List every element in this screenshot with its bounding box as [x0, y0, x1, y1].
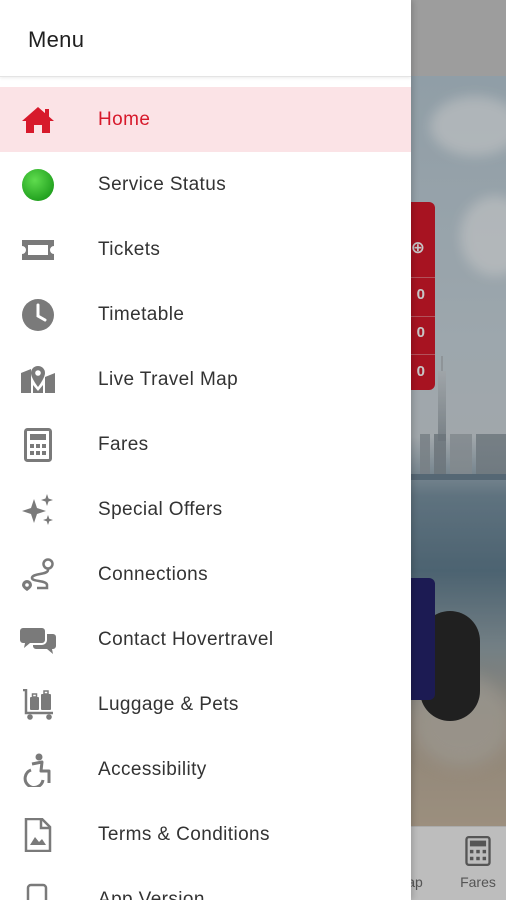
menu-item-app-version[interactable]: App Version: [0, 867, 411, 900]
menu-label-app-version: App Version: [98, 889, 205, 900]
drawer-header: Menu: [0, 0, 411, 77]
menu-label-service-status: Service Status: [98, 174, 227, 195]
ticket-icon: [20, 233, 56, 267]
home-icon: [20, 103, 56, 137]
menu-label-live-travel-map: Live Travel Map: [98, 369, 239, 390]
menu-label-home: Home: [98, 109, 151, 130]
chat-icon: [20, 623, 56, 657]
clock-icon: [20, 298, 56, 332]
menu-item-tickets[interactable]: Tickets: [0, 217, 411, 282]
menu-item-service-status[interactable]: Service Status: [0, 152, 411, 217]
menu-item-accessibility[interactable]: Accessibility: [0, 737, 411, 802]
menu-label-luggage-pets: Luggage & Pets: [98, 694, 239, 715]
menu-item-live-travel-map[interactable]: Live Travel Map: [0, 347, 411, 412]
menu-label-fares: Fares: [98, 434, 149, 455]
menu-label-tickets: Tickets: [98, 239, 161, 260]
drawer-menu: Home Service Status Tickets Timetable Li…: [0, 87, 411, 900]
menu-item-home[interactable]: Home: [0, 87, 411, 152]
calculator-icon: [20, 428, 56, 462]
menu-label-accessibility: Accessibility: [98, 759, 207, 780]
drawer-title: Menu: [28, 27, 85, 52]
menu-item-luggage-pets[interactable]: Luggage & Pets: [0, 672, 411, 737]
menu-item-contact-hovertravel[interactable]: Contact Hovertravel: [0, 607, 411, 672]
menu-item-timetable[interactable]: Timetable: [0, 282, 411, 347]
menu-label-connections: Connections: [98, 564, 209, 585]
document-icon: [20, 818, 56, 852]
menu-item-connections[interactable]: Connections: [0, 542, 411, 607]
menu-label-contact-hovertravel: Contact Hovertravel: [98, 629, 274, 650]
sparkles-icon: [20, 493, 56, 527]
menu-item-terms-conditions[interactable]: Terms & Conditions: [0, 802, 411, 867]
menu-label-terms-conditions: Terms & Conditions: [98, 824, 270, 845]
map-pin-icon: [20, 363, 56, 397]
luggage-trolley-icon: [20, 688, 56, 722]
navigation-drawer: Menu Home Service Status Tickets Timetab…: [0, 0, 411, 900]
menu-item-fares[interactable]: Fares: [0, 412, 411, 477]
route-icon: [20, 558, 56, 592]
menu-item-special-offers[interactable]: Special Offers: [0, 477, 411, 542]
accessibility-icon: [20, 753, 56, 787]
phone-icon: [20, 883, 56, 900]
menu-label-timetable: Timetable: [98, 304, 185, 325]
status-dot-icon: [20, 168, 56, 202]
menu-label-special-offers: Special Offers: [98, 499, 223, 520]
